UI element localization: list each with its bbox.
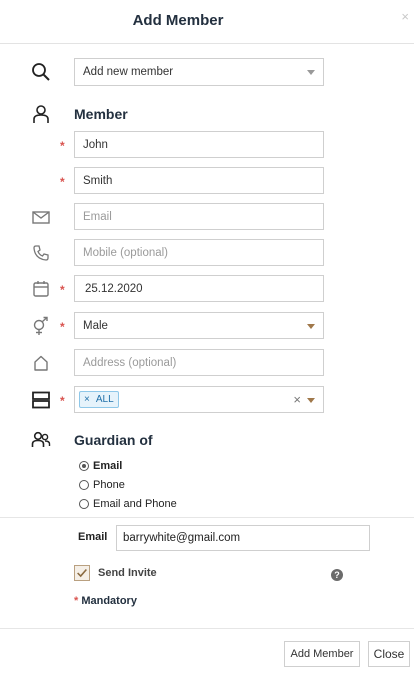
gender-icon bbox=[30, 315, 52, 337]
guardian-email-label: Email bbox=[78, 531, 108, 543]
radio-button[interactable] bbox=[79, 461, 89, 471]
required-marker: * bbox=[60, 175, 65, 189]
groups-icon bbox=[30, 389, 52, 411]
guardian-email-value: barrywhite@gmail.com bbox=[123, 532, 241, 544]
chevron-down-icon bbox=[307, 324, 315, 329]
mandatory-note: * Mandatory bbox=[74, 595, 137, 607]
mandatory-text: Mandatory bbox=[78, 595, 137, 607]
group-tag-label: ALL bbox=[95, 394, 114, 405]
add-member-button[interactable]: Add Member bbox=[284, 641, 360, 667]
contact-option-label: Email and Phone bbox=[93, 498, 177, 510]
required-marker: * bbox=[60, 283, 65, 297]
send-invite-checkbox[interactable] bbox=[74, 565, 90, 581]
guardian-email-input[interactable]: barrywhite@gmail.com bbox=[116, 525, 370, 551]
chevron-down-icon bbox=[307, 70, 315, 75]
clear-icon[interactable]: × bbox=[293, 392, 301, 407]
mobile-input[interactable]: Mobile (optional) bbox=[74, 239, 324, 266]
phone-icon bbox=[30, 242, 52, 264]
member-heading: Member bbox=[74, 106, 128, 122]
radio-button[interactable] bbox=[79, 499, 89, 509]
gender-value: Male bbox=[83, 319, 108, 332]
required-marker: * bbox=[60, 320, 65, 334]
home-icon bbox=[30, 352, 52, 374]
tag-remove-icon[interactable]: × bbox=[84, 394, 90, 405]
guardian-heading: Guardian of bbox=[74, 432, 153, 448]
dialog-header: Add Member × bbox=[0, 0, 414, 44]
contact-option-phone[interactable]: Phone bbox=[79, 479, 125, 491]
chevron-down-icon bbox=[307, 398, 315, 403]
address-placeholder: Address (optional) bbox=[83, 356, 177, 369]
radio-button[interactable] bbox=[79, 480, 89, 490]
envelope-icon bbox=[30, 206, 52, 228]
guardian-icon bbox=[30, 429, 52, 451]
person-icon bbox=[30, 103, 52, 125]
member-search-value: Add new member bbox=[83, 66, 174, 78]
email-input[interactable]: Email bbox=[74, 203, 324, 230]
search-icon bbox=[30, 61, 52, 83]
calendar-icon bbox=[30, 278, 52, 300]
contact-option-label: Phone bbox=[93, 479, 125, 491]
required-marker: * bbox=[60, 139, 65, 153]
help-icon[interactable]: ? bbox=[331, 569, 343, 581]
dialog-title: Add Member bbox=[132, 12, 224, 29]
last-name-value: Smith bbox=[83, 174, 113, 187]
birth-date-value: 25.12.2020 bbox=[85, 282, 143, 295]
required-marker: * bbox=[60, 394, 65, 408]
gender-select[interactable]: Male bbox=[74, 312, 324, 339]
groups-select[interactable]: × ALL × bbox=[74, 386, 324, 413]
first-name-field[interactable]: John bbox=[74, 131, 324, 158]
checkmark-icon bbox=[77, 568, 87, 578]
mobile-placeholder: Mobile (optional) bbox=[83, 246, 169, 259]
divider bbox=[0, 517, 414, 518]
send-invite-label: Send Invite bbox=[98, 567, 157, 579]
contact-option-label: Email bbox=[93, 460, 123, 472]
group-tag: × ALL bbox=[79, 391, 119, 408]
birth-date-input[interactable]: 25.12.2020 bbox=[74, 275, 324, 302]
footer-divider bbox=[0, 628, 414, 629]
last-name-field[interactable]: Smith bbox=[74, 167, 324, 194]
first-name-value: John bbox=[83, 138, 108, 151]
member-search-select[interactable]: Add new member bbox=[74, 58, 324, 86]
address-input[interactable]: Address (optional) bbox=[74, 349, 324, 376]
close-icon[interactable]: × bbox=[401, 9, 409, 24]
email-placeholder: Email bbox=[83, 210, 112, 223]
contact-option-email[interactable]: Email bbox=[79, 460, 122, 472]
close-button[interactable]: Close bbox=[368, 641, 410, 667]
contact-option-email-and-phone[interactable]: Email and Phone bbox=[79, 498, 177, 510]
